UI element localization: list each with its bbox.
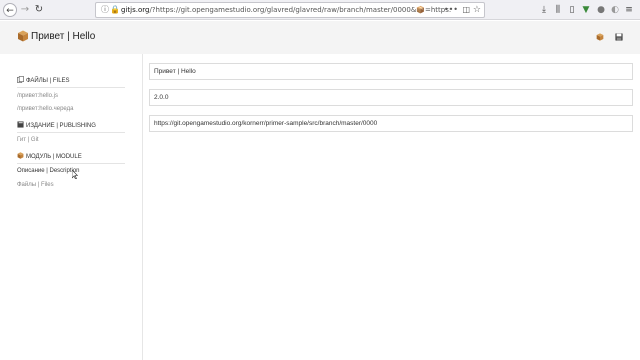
reload-icon[interactable]: ↻ [32, 3, 46, 17]
section-files: ФАЙЛЫ | FILES [17, 76, 125, 88]
book-icon [17, 121, 24, 128]
sidebar: ФАЙЛЫ | FILES /привет:hello.js /привет:h… [0, 54, 143, 360]
sidebar-item-description[interactable]: Описание | Description [17, 168, 80, 174]
lock-icon[interactable]: 🔒 [110, 4, 120, 16]
app-header: Привет | Hello [0, 21, 640, 54]
section-files-label: ФАЙЛЫ | FILES [26, 78, 70, 84]
save-icon[interactable] [615, 33, 623, 41]
library-icon[interactable]: ⫼ [552, 4, 564, 16]
ghostery-icon[interactable]: ◐ [609, 4, 621, 16]
bookmark-star-icon[interactable]: ☆ [473, 4, 481, 16]
url-bar[interactable]: ⓘ 🔒 gitjs.org/?https://git.opengamestudi… [95, 2, 485, 18]
forward-icon[interactable]: → [18, 3, 32, 17]
sidebar-item-module-files[interactable]: Файлы | Files [17, 182, 54, 188]
downloads-icon[interactable]: ⤓ [538, 4, 550, 16]
extension-icon[interactable]: ● [595, 4, 607, 16]
sidebar-item-hello-chereda[interactable]: /привет:hello.череда [17, 106, 73, 112]
url-host: gitjs.org [121, 6, 150, 14]
documents-icon [17, 76, 24, 83]
module-name-field[interactable]: Привет | Hello [149, 63, 633, 80]
module-version-field[interactable]: 2.0.0 [149, 89, 633, 106]
page-actions-icon[interactable]: ••• [444, 4, 458, 16]
sidebar-icon[interactable]: ▯ [566, 4, 578, 16]
section-module-label: МОДУЛЬ | MODULE [26, 154, 82, 160]
section-publishing: ИЗДАНИЕ | PUBLISHING [17, 121, 125, 133]
module-source-url-field[interactable]: https://git.opengamestudio.org/kornerr/p… [149, 115, 633, 132]
package-icon [18, 30, 28, 42]
sidebar-item-hello-js[interactable]: /привет:hello.js [17, 93, 58, 99]
url-text[interactable]: gitjs.org/?https://git.opengamestudio.or… [121, 3, 451, 17]
main-content: Привет | Hello 2.0.0 https://git.opengam… [143, 54, 640, 360]
back-icon[interactable]: ← [3, 3, 17, 17]
menu-icon[interactable]: ≡ [623, 4, 635, 16]
pocket-icon[interactable]: ◫ [462, 4, 470, 16]
package-icon[interactable] [596, 33, 604, 41]
section-module: МОДУЛЬ | MODULE [17, 152, 125, 164]
vpn-icon[interactable]: ▼ [580, 4, 592, 16]
section-publishing-label: ИЗДАНИЕ | PUBLISHING [26, 123, 96, 129]
url-path: /?https://git.opengamestudio.org/glavred… [149, 6, 451, 14]
browser-toolbar: ← → ↻ ⓘ 🔒 gitjs.org/?https://git.opengam… [0, 0, 640, 20]
sidebar-item-git[interactable]: Гит | Git [17, 137, 39, 143]
package-icon [17, 152, 24, 159]
page-title: Привет | Hello [31, 31, 96, 42]
mouse-cursor-icon [72, 170, 78, 179]
